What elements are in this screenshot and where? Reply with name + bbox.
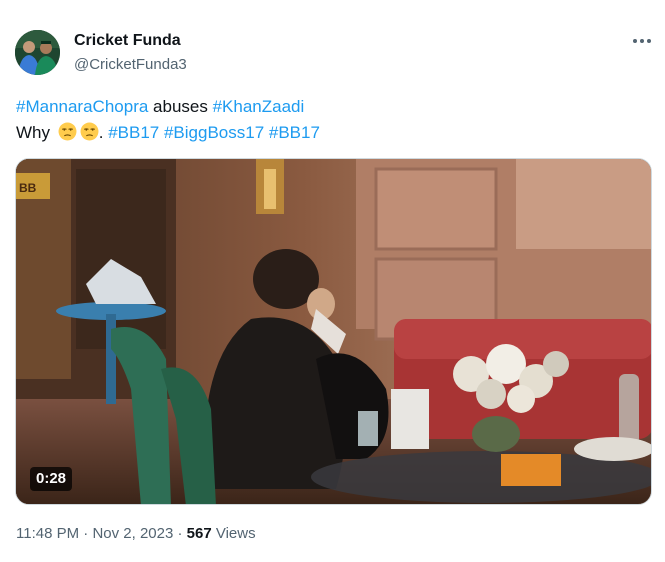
- hashtag-link[interactable]: #BB17: [108, 123, 159, 142]
- more-options-icon[interactable]: [628, 30, 656, 52]
- unamused-face-icon: [58, 122, 77, 141]
- tweet-text-segment: .: [98, 123, 109, 142]
- tweet-text-segment: Why: [16, 123, 55, 142]
- author-display-name[interactable]: Cricket Funda: [74, 32, 181, 50]
- views-count: 567: [186, 525, 212, 542]
- channel-watermark: BB: [19, 181, 37, 195]
- views-label: Views: [211, 525, 256, 542]
- video-player[interactable]: BB: [15, 158, 652, 505]
- avatar[interactable]: [15, 30, 60, 75]
- tweet-line-2: Why . #BB17 #BiggBoss17 #BB17: [16, 120, 646, 146]
- tweet-text: #MannaraChopra abuses #KhanZaadi Why . #…: [16, 94, 646, 146]
- tweet-text-segment: abuses: [148, 97, 213, 116]
- hashtag-link[interactable]: #KhanZaadi: [213, 97, 305, 116]
- meta-separator: ·: [79, 525, 93, 542]
- author-handle[interactable]: @CricketFunda3: [74, 56, 187, 73]
- tweet-time[interactable]: 11:48 PM: [16, 525, 79, 542]
- tweet-line-1: #MannaraChopra abuses #KhanZaadi: [16, 94, 646, 120]
- video-duration-badge: 0:28: [30, 467, 73, 491]
- unamused-face-icon: [80, 122, 99, 141]
- hashtag-link[interactable]: #BB17: [269, 123, 320, 142]
- video-frame: BB: [16, 159, 651, 504]
- hashtag-link[interactable]: #BiggBoss17: [164, 123, 264, 142]
- hashtag-link[interactable]: #MannaraChopra: [16, 97, 148, 116]
- tweet-metadata: 11:48 PM · Nov 2, 2023 · 567 Views: [16, 525, 256, 542]
- meta-separator: ·: [173, 525, 187, 542]
- tweet-date[interactable]: Nov 2, 2023: [92, 525, 173, 542]
- tweet-card: Cricket Funda @CricketFunda3 #MannaraCho…: [0, 0, 665, 562]
